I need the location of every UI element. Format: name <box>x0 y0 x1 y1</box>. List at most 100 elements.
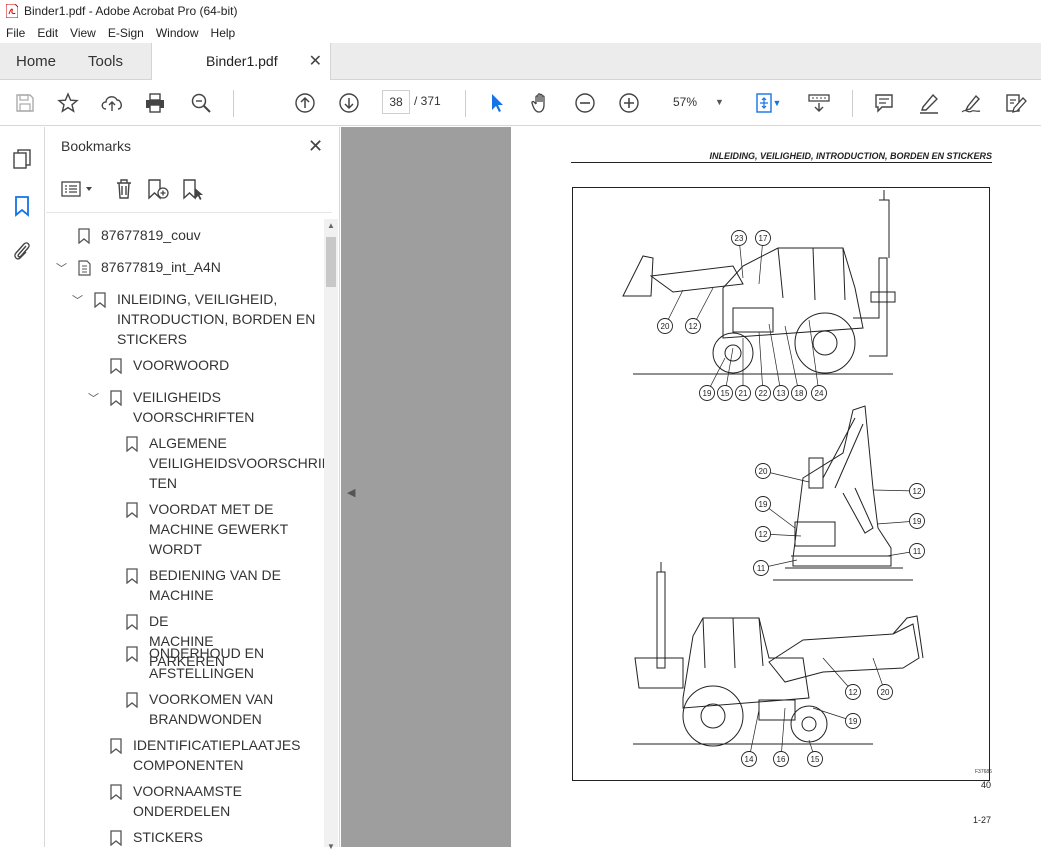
bookmark-icon <box>126 568 138 584</box>
callout-number: 19 <box>759 500 768 509</box>
scroll-mode-icon[interactable] <box>807 91 831 115</box>
bookmark-options-icon[interactable] <box>60 177 96 201</box>
comment-icon[interactable] <box>872 91 896 115</box>
bookmark-label: ALGEMENE VEILIGHEIDSVOORSCHRIF TEN <box>149 435 324 491</box>
zoom-search-icon[interactable] <box>189 91 213 115</box>
menu-view[interactable]: View <box>64 26 102 40</box>
callout-number: 15 <box>811 755 820 764</box>
tab-tools[interactable]: Tools <box>88 43 123 80</box>
bookmark-icon <box>126 692 138 708</box>
chevron-down-icon[interactable]: ﹀ <box>88 389 99 409</box>
callout-number: 19 <box>703 389 712 398</box>
chevron-down-icon: ▼ <box>715 97 724 107</box>
hand-tool-icon[interactable] <box>529 91 553 115</box>
save-icon[interactable] <box>13 91 37 115</box>
page-fit-dropdown-icon[interactable]: ▼ <box>771 91 783 115</box>
menu-file[interactable]: File <box>0 26 31 40</box>
callout-number: 12 <box>913 487 922 496</box>
callout-number: 11 <box>913 547 922 556</box>
select-cursor-icon[interactable] <box>485 91 509 115</box>
scroll-up-icon[interactable]: ▲ <box>327 221 335 230</box>
callout-leader-line <box>758 331 764 394</box>
sign-pen-icon[interactable] <box>960 91 984 115</box>
chevron-down-icon[interactable]: ﹀ <box>72 291 83 311</box>
tab-document-label: Binder1.pdf <box>206 53 278 69</box>
zoom-in-icon[interactable] <box>617 91 641 115</box>
callout-number: 21 <box>739 389 748 398</box>
callout-number: 19 <box>849 717 858 726</box>
figure-id: F37686 <box>975 769 992 775</box>
collapse-panel-icon[interactable]: ◀ <box>347 486 355 499</box>
document-viewer[interactable]: INLEIDING, VEILIGHEID, INTRODUCTION, BOR… <box>341 127 1041 847</box>
bookmarks-panel-icon[interactable] <box>10 194 34 218</box>
callout-number: 16 <box>777 755 786 764</box>
zoom-level-select[interactable]: 57% ▼ <box>661 90 729 114</box>
scrollbar-thumb[interactable] <box>326 237 336 287</box>
new-bookmark-icon[interactable] <box>146 177 170 201</box>
pdf-page: INLEIDING, VEILIGHEID, INTRODUCTION, BOR… <box>511 127 1041 847</box>
bookmark-label: 87677819_couv <box>101 227 201 243</box>
bookmark-label: ONDERHOUD EN AFSTELLINGEN <box>149 645 265 681</box>
chevron-down-icon[interactable]: ﹀ <box>56 259 67 279</box>
print-icon[interactable] <box>143 91 167 115</box>
acrobat-app-icon <box>6 4 18 18</box>
bookmark-label: IDENTIFICATIEPLAATJES COMPONENTEN <box>133 737 301 773</box>
bookmark-from-selection-icon[interactable] <box>181 177 205 201</box>
page-down-icon[interactable] <box>337 91 361 115</box>
bookmark-label: VOORWOORD <box>133 357 230 373</box>
callout-number: 14 <box>745 755 754 764</box>
callout-number: 15 <box>721 389 730 398</box>
document-bookmark-icon <box>78 260 91 276</box>
cloud-upload-icon[interactable] <box>100 91 124 115</box>
page-header: INLEIDING, VEILIGHEID, INTRODUCTION, BOR… <box>571 151 992 163</box>
bookmark-icon <box>110 390 122 406</box>
bookmark-icon <box>126 646 138 662</box>
callout-leader-line <box>784 325 800 394</box>
bookmarks-toolbar <box>46 167 332 213</box>
toolbar-separator <box>233 90 234 117</box>
close-panel-icon[interactable]: ✕ <box>308 136 323 157</box>
close-tab-icon[interactable]: ✕ <box>309 51 322 71</box>
callout-number: 17 <box>759 234 768 243</box>
bookmark-label: 87677819_int_A4N <box>101 259 221 275</box>
edit-pdf-icon[interactable] <box>1004 91 1028 115</box>
menu-esign[interactable]: E-Sign <box>102 26 150 40</box>
bookmark-icon <box>110 358 122 374</box>
bookmark-label: VOORDAT MET DE MACHINE GEWERKT WORDT <box>149 501 289 557</box>
tab-home[interactable]: Home <box>16 43 56 80</box>
callout-number: 23 <box>735 234 744 243</box>
callout-number: 20 <box>661 322 670 331</box>
callout-number: 20 <box>759 467 768 476</box>
menu-edit[interactable]: Edit <box>31 26 64 40</box>
toolbar-separator <box>852 90 853 117</box>
page-thumbnails-icon[interactable] <box>10 147 34 171</box>
menu-help[interactable]: Help <box>205 26 242 40</box>
star-icon[interactable] <box>56 91 80 115</box>
bookmark-icon <box>110 784 122 800</box>
highlight-pen-icon[interactable] <box>917 91 941 115</box>
page-up-icon[interactable] <box>293 91 317 115</box>
figure-number: 40 <box>981 780 992 790</box>
bookmark-label: VOORKOMEN VAN BRANDWONDEN <box>149 691 274 727</box>
backhoe-loader-illustration: 23 17 20 12 19 15 21 22 13 18 24 20 19 12 11 12 19 11 12 20… <box>622 190 925 767</box>
bookmarks-scrollbar[interactable]: ▲ ▼ <box>324 219 338 851</box>
page-total: / 371 <box>414 94 441 108</box>
bookmark-label: VEILIGHEIDS VOORSCHRIFTEN <box>133 389 255 425</box>
tab-document[interactable]: Binder1.pdf ✕ <box>151 43 331 80</box>
callout-number: 18 <box>795 389 804 398</box>
bookmark-label: VOORNAAMSTE ONDERDELEN <box>133 783 242 819</box>
zoom-level-value: 57% <box>673 95 698 109</box>
bookmark-icon <box>110 738 122 754</box>
callout-number: 12 <box>689 322 698 331</box>
delete-bookmark-icon[interactable] <box>112 177 136 201</box>
attachments-icon[interactable] <box>10 239 34 263</box>
page-number-input[interactable]: 38 <box>382 90 410 114</box>
left-navigation-rail <box>0 127 45 847</box>
bookmark-label: STICKERS <box>133 829 204 845</box>
title-bar: Binder1.pdf - Adobe Acrobat Pro (64-bit) <box>0 0 1041 22</box>
bookmark-icon <box>94 292 106 308</box>
zoom-out-icon[interactable] <box>573 91 597 115</box>
bookmark-icon <box>110 830 122 846</box>
callout-number: 11 <box>757 564 766 573</box>
menu-window[interactable]: Window <box>150 26 205 40</box>
